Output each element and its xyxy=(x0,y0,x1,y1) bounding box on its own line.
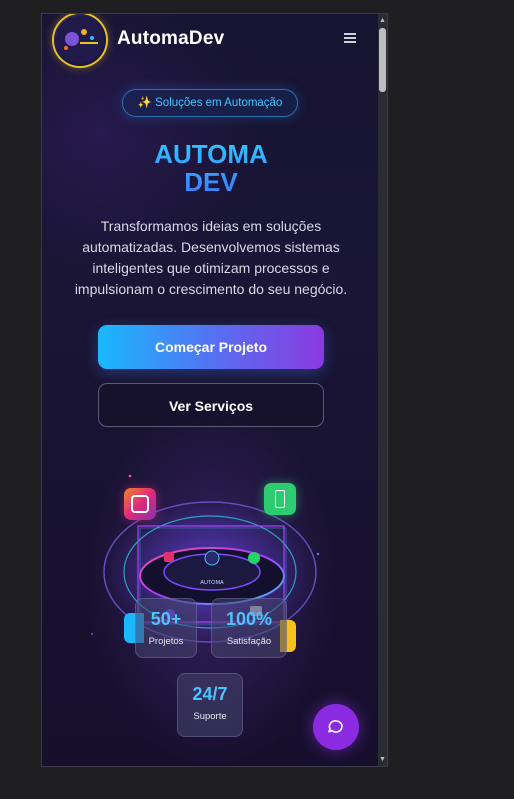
stat-satisfaction-label: Satisfação xyxy=(226,636,272,647)
hero-title-line2: DEV xyxy=(184,167,238,197)
scroll-down-arrow-icon[interactable]: ▼ xyxy=(379,756,386,763)
stat-satisfaction: 100% Satisfação xyxy=(211,598,287,658)
stat-satisfaction-value: 100% xyxy=(225,609,273,629)
stat-projects-label: Projetos xyxy=(148,636,184,647)
stat-support-value: 24/7 xyxy=(192,684,228,704)
scroll-up-arrow-icon[interactable]: ▲ xyxy=(379,17,386,24)
vertical-scrollbar[interactable]: ▲ ▼ xyxy=(378,14,387,766)
hero-description: Transformamos ideias em soluções automat… xyxy=(74,218,348,297)
illustration-center-label: AUTOMA xyxy=(200,580,224,586)
automadev-logo-icon[interactable] xyxy=(54,14,106,66)
stat-support: 24/7 Suporte xyxy=(177,673,243,737)
stat-support-label: Suporte xyxy=(193,711,227,722)
start-project-button[interactable]: Começar Projeto xyxy=(98,325,324,369)
stat-projects-value: 50+ xyxy=(150,609,182,629)
chat-bubble-icon xyxy=(328,720,343,733)
view-services-button[interactable]: Ver Serviços xyxy=(98,383,324,427)
chat-button[interactable] xyxy=(313,704,359,750)
browser-viewport-frame: AutomaDev ✨ Soluções em Automação AUTOMA… xyxy=(41,13,388,767)
solutions-badge: ✨ Soluções em Automação xyxy=(122,89,298,117)
hamburger-menu-icon[interactable] xyxy=(344,33,356,43)
page-content: AutomaDev ✨ Soluções em Automação AUTOMA… xyxy=(42,14,380,766)
scroll-thumb[interactable] xyxy=(379,28,386,92)
stat-projects: 50+ Projetos xyxy=(135,598,197,658)
hero-title: AUTOMA DEV xyxy=(42,140,380,196)
phone-app-icon xyxy=(264,483,296,515)
instagram-icon xyxy=(124,488,156,520)
brand-name[interactable]: AutomaDev xyxy=(117,28,224,50)
hero-title-line1: AUTOMA xyxy=(154,139,268,169)
